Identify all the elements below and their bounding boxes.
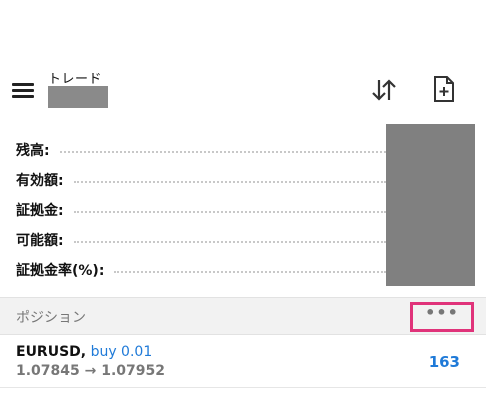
dotted-leader — [73, 181, 386, 183]
dotted-leader — [73, 241, 386, 243]
more-dots-icon: ••• — [425, 303, 459, 322]
summary-label: 有効額: — [16, 173, 64, 189]
summary-row-balance: 残高: — [16, 140, 386, 160]
account-name-redacted — [48, 86, 108, 108]
summary-row-margin: 証拠金: — [16, 200, 386, 220]
dotted-leader — [114, 271, 386, 273]
summary-row-free-margin: 可能額: — [16, 230, 386, 250]
dotted-leader — [59, 151, 386, 153]
position-symbol: EURUSD, — [16, 344, 87, 360]
page-title: トレード — [48, 72, 103, 87]
dotted-leader — [73, 211, 386, 213]
sort-arrows-icon[interactable] — [370, 76, 398, 104]
positions-section-header: ポジション ••• — [0, 297, 486, 335]
position-title: EURUSD, buy 0.01 — [16, 344, 152, 360]
summary-label: 可能額: — [16, 233, 64, 249]
position-trade: buy 0.01 — [90, 344, 153, 360]
position-profit: 163 — [428, 353, 460, 371]
summary-label: 残高: — [16, 143, 50, 159]
position-row[interactable]: EURUSD, buy 0.01 1.07845 → 1.07952 163 — [0, 336, 486, 388]
new-document-plus-icon[interactable] — [432, 74, 456, 104]
summary-row-margin-level: 証拠金率(%): — [16, 260, 386, 280]
summary-row-equity: 有効額: — [16, 170, 386, 190]
summary-label: 証拠金: — [16, 203, 64, 219]
section-title: ポジション — [16, 310, 86, 326]
hamburger-menu-icon[interactable] — [12, 82, 34, 98]
toolbar: トレード — [0, 0, 486, 122]
more-options-button[interactable]: ••• — [410, 302, 474, 332]
position-prices: 1.07845 → 1.07952 — [16, 363, 166, 379]
summary-values-redacted — [386, 124, 475, 286]
summary-label: 証拠金率(%): — [16, 263, 105, 279]
